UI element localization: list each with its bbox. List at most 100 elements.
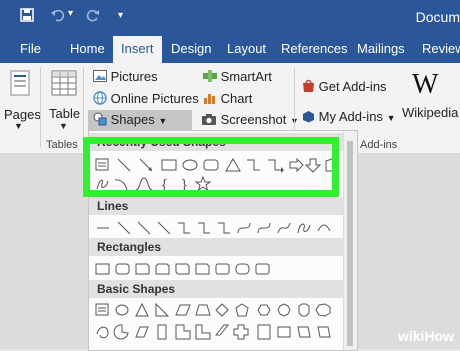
screenshot-label: Screenshot: [220, 112, 287, 127]
wikipedia-logo-icon: W: [412, 69, 439, 100]
pages-icon: [8, 69, 34, 104]
redo-icon[interactable]: [86, 8, 100, 25]
tab-review[interactable]: Review: [422, 41, 460, 56]
elbow-connector-shape-icon[interactable]: [178, 222, 190, 234]
parallelogram-shape-icon[interactable]: [175, 304, 191, 316]
scrollbar-thumb[interactable]: [347, 141, 353, 346]
tab-insert[interactable]: Insert: [113, 36, 162, 63]
pie-shape-icon[interactable]: [96, 326, 109, 339]
table-dropdown-icon[interactable]: ▼: [59, 121, 68, 131]
pentagon-shape-icon[interactable]: [235, 303, 249, 317]
round-single-corner-rectangle-shape-icon[interactable]: [215, 263, 230, 275]
cube-shape-icon[interactable]: [297, 326, 311, 338]
right-triangle-shape-icon[interactable]: [155, 302, 170, 317]
globe-icon: [93, 91, 107, 108]
chart-label: Chart: [220, 91, 253, 106]
l-shape-icon[interactable]: [195, 324, 211, 340]
shapes-dropdown-icon: ▼: [158, 116, 168, 126]
basic-shapes-rows: [95, 302, 331, 340]
line-shape-icon[interactable]: [117, 221, 131, 235]
my-addins-dropdown-icon: ▼: [386, 113, 396, 123]
diagonal-stripe-shape-icon[interactable]: [214, 324, 230, 336]
cross-shape-icon[interactable]: [257, 324, 271, 340]
tables-group-label: Tables: [46, 139, 78, 151]
wikipedia-button[interactable]: Wikipedia: [402, 105, 458, 120]
pictures-label: Pictures: [110, 69, 158, 84]
round-same-side-rectangle-shape-icon[interactable]: [235, 263, 250, 275]
addins-group-label: Add-ins: [360, 139, 398, 151]
rectangles-header: Rectangles: [89, 238, 343, 256]
addins-icon: [302, 110, 315, 126]
online-pictures-label: Online Pictures: [110, 91, 199, 106]
shapes-button[interactable]: Shapes ▼: [93, 112, 167, 129]
watermark-how: How: [424, 328, 454, 344]
undo-dropdown-icon[interactable]: ▾: [68, 8, 73, 19]
customize-qat-icon[interactable]: ▾: [118, 10, 123, 21]
store-icon: [302, 79, 315, 96]
snip-round-rectangle-shape-icon[interactable]: [195, 263, 210, 275]
recent-shapes-highlight: [83, 137, 339, 197]
gallery-scrollbar[interactable]: [343, 131, 357, 350]
octagon-shape-icon[interactable]: [298, 303, 310, 317]
smartart-icon: [203, 70, 217, 85]
smartart-button[interactable]: SmartArt: [203, 69, 272, 85]
curved-connector-shape-icon[interactable]: [237, 222, 251, 234]
chart-button[interactable]: Chart: [203, 91, 252, 108]
smartart-label: SmartArt: [220, 69, 272, 84]
rounded-rectangle-shape-icon[interactable]: [115, 263, 130, 275]
snip-rectangle-shape-icon[interactable]: [135, 263, 150, 275]
tab-mailings[interactable]: Mailings: [357, 41, 405, 56]
tab-file[interactable]: File: [20, 41, 41, 56]
freeform-shape-icon[interactable]: [297, 223, 311, 234]
tab-home[interactable]: Home: [70, 41, 105, 56]
screenshot-icon: [201, 112, 217, 129]
table-button[interactable]: Table: [49, 106, 80, 121]
snip-diagonal-rectangle-shape-icon[interactable]: [175, 263, 190, 275]
screenshot-button[interactable]: Screenshot ▼: [201, 112, 299, 129]
pages-dropdown-icon[interactable]: ▼: [14, 121, 23, 131]
shapes-label: Shapes: [110, 112, 155, 127]
get-addins-button[interactable]: Get Add-ins: [302, 79, 387, 96]
title-bar: ▾ ▾ Docum: [0, 0, 460, 35]
tab-references[interactable]: References: [281, 41, 347, 56]
arrow-line-shape-icon[interactable]: [137, 221, 151, 235]
my-addins-label: My Add-ins: [318, 109, 383, 124]
elbow-arrow-connector-shape-icon[interactable]: [198, 222, 210, 234]
divider: [40, 67, 41, 147]
plaque-shape-icon[interactable]: [233, 324, 249, 340]
watermark-wiki: wiki: [397, 328, 425, 344]
curved-double-arrow-connector-shape-icon[interactable]: [277, 222, 291, 234]
ribbon-tabs: File Home Insert Design Layout Reference…: [0, 35, 460, 63]
round-diagonal-rectangle-shape-icon[interactable]: [255, 263, 270, 275]
save-icon[interactable]: [20, 8, 34, 25]
tab-design[interactable]: Design: [171, 41, 211, 56]
scribble-shape-icon[interactable]: [317, 224, 331, 232]
curved-arrow-connector-shape-icon[interactable]: [257, 222, 271, 234]
hexagon-shape-icon[interactable]: [257, 304, 271, 316]
pages-button[interactable]: Pages: [4, 107, 41, 122]
can-shape-icon[interactable]: [277, 326, 291, 338]
double-arrow-line-shape-icon[interactable]: [157, 221, 171, 235]
diamond-shape-icon[interactable]: [215, 303, 229, 317]
undo-icon[interactable]: [50, 8, 66, 25]
text-box-shape-icon[interactable]: [95, 303, 109, 316]
heptagon-shape-icon[interactable]: [277, 303, 291, 317]
pictures-button[interactable]: Pictures: [93, 69, 158, 85]
my-addins-button[interactable]: My Add-ins ▼: [302, 109, 395, 126]
tab-layout[interactable]: Layout: [227, 41, 266, 56]
lines-header: Lines: [89, 197, 343, 215]
chord-shape-icon[interactable]: [113, 324, 129, 340]
oval-shape-icon[interactable]: [115, 304, 129, 316]
trapezoid-shape-icon[interactable]: [195, 304, 211, 316]
snip-same-side-rectangle-shape-icon[interactable]: [155, 263, 170, 275]
frame-shape-icon[interactable]: [157, 324, 167, 340]
elbow-double-arrow-connector-shape-icon[interactable]: [218, 222, 230, 234]
teardrop-shape-icon[interactable]: [135, 326, 149, 338]
divider: [83, 67, 84, 147]
bevel-shape-icon[interactable]: [317, 326, 331, 338]
rectangle-shape-icon[interactable]: [95, 263, 110, 275]
triangle-shape-icon[interactable]: [135, 302, 149, 317]
online-pictures-button[interactable]: Online Pictures: [93, 91, 199, 108]
half-frame-shape-icon[interactable]: [175, 324, 191, 340]
decagon-shape-icon[interactable]: [315, 303, 331, 317]
